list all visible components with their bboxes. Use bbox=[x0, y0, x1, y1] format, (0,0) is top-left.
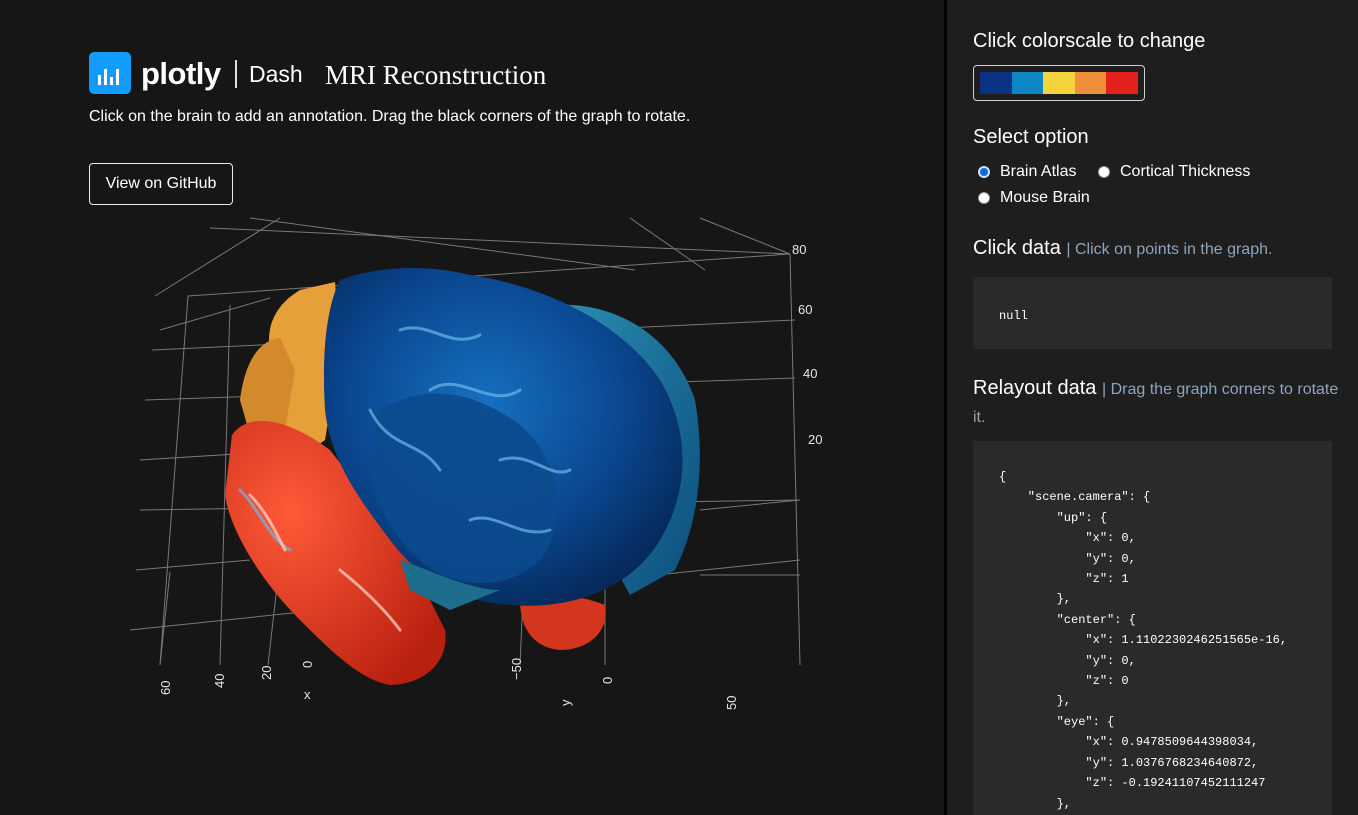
y-axis-ticks: −50 0 50 bbox=[509, 658, 739, 710]
colorscale-swatch bbox=[1106, 72, 1138, 94]
colorscale-title: Click colorscale to change bbox=[973, 30, 1206, 52]
sidebar: Click colorscale to change Select option… bbox=[947, 0, 1358, 815]
y-axis-title: y bbox=[558, 699, 573, 706]
x-axis-ticks: 60 40 20 0 bbox=[158, 661, 315, 695]
app-title: MRI Reconstruction bbox=[325, 60, 547, 90]
click-data-hint: Click on points in the graph. bbox=[1074, 241, 1273, 258]
colorscale-picker[interactable] bbox=[973, 65, 1145, 101]
brain-mesh[interactable] bbox=[225, 268, 700, 685]
click-data-heading: Click data | Click on points in the grap… bbox=[973, 237, 1273, 259]
relayout-data-output[interactable]: { "scene.camera": { "up": { "x": 0, "y":… bbox=[973, 441, 1332, 815]
x-tick-label: 0 bbox=[300, 661, 315, 668]
relayout-data-heading: Relayout data | Drag the graph corners t… bbox=[973, 377, 1339, 426]
plotly-logo-icon bbox=[89, 52, 131, 94]
z-tick-label: 20 bbox=[808, 432, 822, 447]
y-tick-label: 50 bbox=[724, 696, 739, 710]
colorscale-swatch bbox=[1011, 72, 1044, 94]
radio-unselected-icon[interactable] bbox=[978, 192, 990, 204]
y-tick-label: 0 bbox=[600, 677, 615, 684]
relayout-data-value: { "scene.camera": { "up": { "x": 0, "y":… bbox=[999, 470, 1288, 811]
y-tick-label: −50 bbox=[509, 658, 524, 680]
select-option-title: Select option bbox=[973, 126, 1089, 148]
colorscale-swatch bbox=[1043, 72, 1075, 94]
z-axis-ticks: 80 60 40 20 bbox=[792, 242, 822, 447]
option-label: Cortical Thickness bbox=[1120, 163, 1251, 180]
x-tick-label: 60 bbox=[158, 681, 173, 695]
brain-3d-graph[interactable]: 80 60 40 20 60 40 20 0 −50 0 50 x y bbox=[100, 210, 830, 720]
z-tick-label: 40 bbox=[803, 366, 817, 381]
x-axis-title: x bbox=[304, 687, 311, 702]
colorscale-swatch bbox=[980, 72, 1012, 94]
view-on-github-button[interactable]: View on GitHub bbox=[89, 163, 233, 205]
click-data-title: Click data bbox=[973, 237, 1061, 259]
z-tick-label: 60 bbox=[798, 302, 812, 317]
brand-name: plotly bbox=[141, 56, 221, 91]
main-panel: plotly Dash MRI Reconstruction Click on … bbox=[0, 0, 944, 815]
radio-unselected-icon[interactable] bbox=[1098, 166, 1110, 178]
option-label: Brain Atlas bbox=[1000, 163, 1077, 180]
brand-divider bbox=[235, 60, 237, 88]
x-tick-label: 40 bbox=[212, 674, 227, 688]
option-mouse-brain[interactable]: Mouse Brain bbox=[978, 189, 1090, 207]
radio-selected-icon[interactable] bbox=[978, 166, 990, 178]
option-brain-atlas[interactable]: Brain Atlas bbox=[978, 163, 1076, 181]
colorscale-swatch bbox=[1074, 72, 1107, 94]
instructions-text: Click on the brain to add an annotation.… bbox=[89, 108, 691, 125]
relayout-data-title: Relayout data bbox=[973, 377, 1097, 399]
option-cortical-thickness[interactable]: Cortical Thickness bbox=[1098, 163, 1250, 181]
x-tick-label: 20 bbox=[259, 666, 274, 680]
click-data-value: null bbox=[999, 309, 1028, 323]
option-label: Mouse Brain bbox=[1000, 189, 1090, 206]
z-tick-label: 80 bbox=[792, 242, 806, 257]
brand-suffix: Dash bbox=[249, 61, 303, 87]
click-data-output: null bbox=[973, 277, 1332, 349]
